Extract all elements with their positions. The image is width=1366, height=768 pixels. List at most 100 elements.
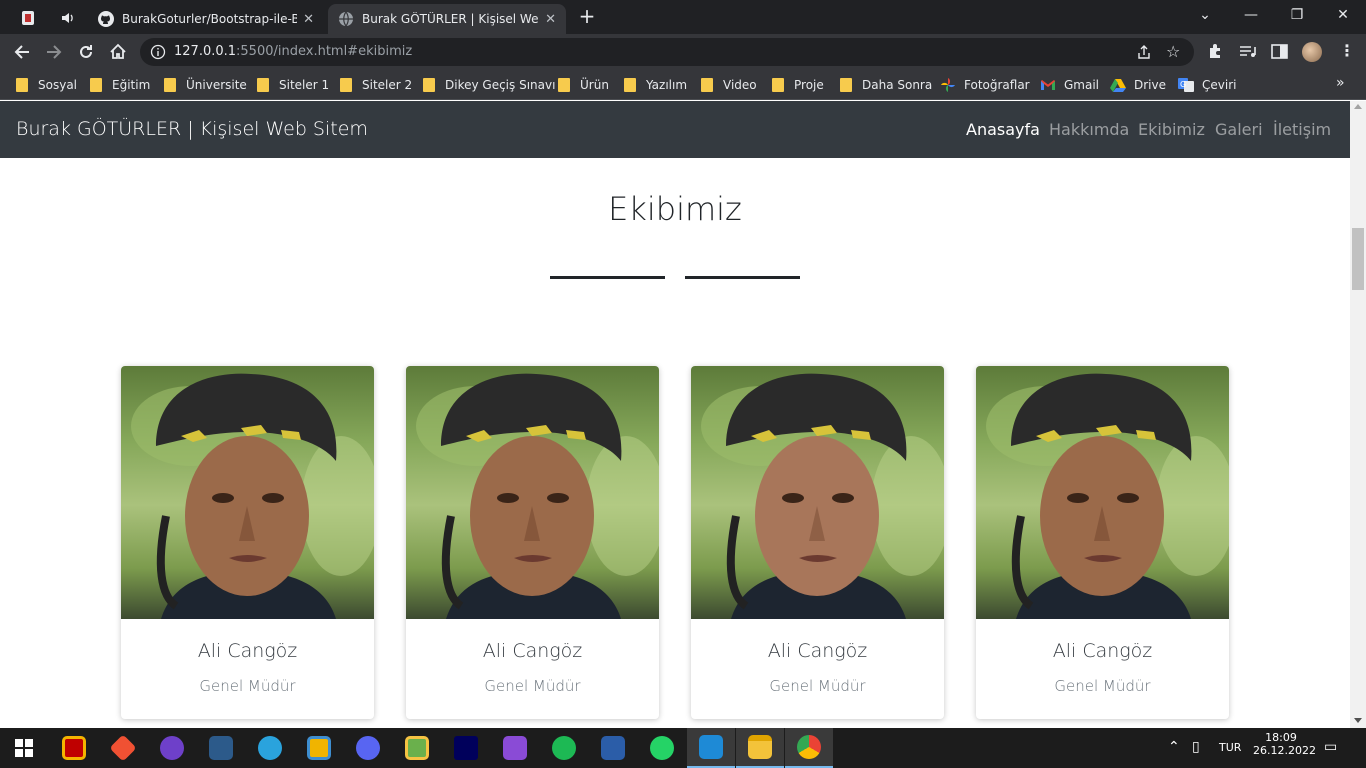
notification-icon[interactable]: ▭ bbox=[1324, 739, 1337, 755]
forward-button[interactable] bbox=[41, 39, 67, 65]
taskbar-box[interactable] bbox=[295, 728, 343, 768]
bookmark-label: Gmail bbox=[1064, 78, 1100, 92]
nav-ekibimiz[interactable]: Ekibimiz bbox=[1138, 120, 1205, 139]
bookmark-drive[interactable]: Drive bbox=[1110, 76, 1166, 94]
profile-avatar[interactable] bbox=[1302, 42, 1322, 62]
github-desktop-icon bbox=[160, 736, 184, 760]
restore-button[interactable]: ❐ bbox=[1274, 0, 1320, 30]
pinned-site-icon bbox=[22, 11, 34, 25]
bookmark-label: Yazılım bbox=[646, 78, 688, 92]
taskbar-virtualbox[interactable] bbox=[589, 728, 637, 768]
close-tab-icon[interactable]: ✕ bbox=[303, 12, 314, 27]
new-tab-button[interactable]: + bbox=[576, 6, 598, 28]
pinned-tab[interactable] bbox=[12, 5, 44, 31]
taskbar-visual-studio[interactable] bbox=[491, 728, 539, 768]
page-scrollbar[interactable] bbox=[1350, 101, 1366, 728]
site-info-icon[interactable] bbox=[150, 44, 166, 60]
bookmark-label: Proje bbox=[794, 78, 824, 92]
more-bookmarks-icon[interactable]: » bbox=[1336, 75, 1345, 91]
show-hidden-icons[interactable]: ⌃ bbox=[1168, 739, 1180, 755]
url-text[interactable]: 127.0.0.1:5500/index.html#ekibimiz bbox=[174, 44, 412, 59]
scroll-up-icon[interactable] bbox=[1354, 104, 1362, 109]
share-icon[interactable] bbox=[1136, 44, 1152, 60]
bookmark-proje[interactable]: Proje bbox=[772, 76, 824, 94]
bookmark-star-icon[interactable]: ☆ bbox=[1166, 42, 1180, 61]
taskbar-animate[interactable] bbox=[442, 728, 490, 768]
folder-icon bbox=[624, 78, 636, 92]
tab-search-button[interactable]: ⌄ bbox=[1182, 0, 1228, 30]
bookmark-gmail[interactable]: Gmail bbox=[1040, 76, 1099, 94]
bookmark-video[interactable]: Video bbox=[701, 76, 757, 94]
bookmark-urun[interactable]: Ürün bbox=[558, 76, 609, 94]
bookmark-universite[interactable]: Üniversite bbox=[164, 76, 247, 94]
box-icon bbox=[307, 736, 331, 760]
folder-icon bbox=[423, 78, 435, 92]
clock[interactable]: 18:09 26.12.2022 bbox=[1253, 731, 1316, 757]
input-language[interactable]: TUR bbox=[1219, 741, 1241, 754]
home-button[interactable] bbox=[105, 39, 131, 65]
bookmark-siteler-1[interactable]: Siteler 1 bbox=[257, 76, 329, 94]
audio-tab[interactable] bbox=[52, 5, 84, 31]
media-control-icon[interactable] bbox=[1238, 42, 1258, 62]
arrow-left-icon bbox=[14, 45, 29, 59]
windows-start-icon bbox=[15, 739, 33, 757]
taskbar-chrome[interactable] bbox=[785, 728, 833, 768]
folder-icon bbox=[340, 78, 352, 92]
speaker-icon bbox=[62, 13, 73, 23]
taskbar-telegram[interactable] bbox=[246, 728, 294, 768]
reload-button[interactable] bbox=[73, 39, 99, 65]
tab-personal-site[interactable]: Burak GÖTÜRLER | Kişisel Web Sit ✕ bbox=[328, 4, 566, 34]
bookmark-label: Siteler 1 bbox=[279, 78, 330, 92]
bookmark-yazilim[interactable]: Yazılım bbox=[624, 76, 687, 94]
nav-hakkimda[interactable]: Hakkımda bbox=[1049, 120, 1129, 139]
team-member-photo bbox=[691, 366, 944, 619]
taskbar-spotify[interactable] bbox=[540, 728, 588, 768]
google-photos-icon bbox=[941, 78, 955, 92]
svg-text:G: G bbox=[1180, 80, 1186, 89]
sourcetree-icon bbox=[405, 736, 429, 760]
site-brand[interactable]: Burak GÖTÜRLER | Kişisel Web Sitem bbox=[16, 118, 368, 140]
bookmarks-bar: Sosyal Eğitim Üniversite Siteler 1 Sitel… bbox=[0, 70, 1366, 100]
back-button[interactable] bbox=[9, 39, 35, 65]
tab-github[interactable]: BurakGoturler/Bootstrap-ile-Basit ✕ bbox=[88, 4, 324, 34]
team-card: Ali Cangöz Genel Müdür bbox=[121, 366, 374, 719]
team-member-role: Genel Müdür bbox=[1054, 677, 1151, 695]
site-navbar: Burak GÖTÜRLER | Kişisel Web Sitem Anasa… bbox=[0, 101, 1350, 158]
bookmark-ceviri[interactable]: G Çeviri bbox=[1178, 76, 1236, 94]
battery-icon[interactable]: ▯ bbox=[1192, 739, 1200, 755]
taskbar-sourcetree[interactable] bbox=[393, 728, 441, 768]
scrollbar-thumb[interactable] bbox=[1352, 228, 1364, 290]
close-window-button[interactable]: ✕ bbox=[1320, 0, 1366, 30]
taskbar-git[interactable] bbox=[99, 728, 147, 768]
team-member-role: Genel Müdür bbox=[484, 677, 581, 695]
scroll-down-icon[interactable] bbox=[1354, 718, 1362, 723]
team-member-name: Ali Cangöz bbox=[767, 640, 868, 662]
start-button[interactable] bbox=[0, 728, 48, 768]
bookmark-label: Fotoğraflar bbox=[964, 78, 1030, 92]
browser-menu-icon[interactable]: ⋮ bbox=[1339, 41, 1355, 60]
bookmark-daha-sonra[interactable]: Daha Sonra bbox=[840, 76, 932, 94]
bookmark-fotograflar[interactable]: Fotoğraflar bbox=[940, 76, 1030, 94]
bookmark-egitim[interactable]: Eğitim bbox=[90, 76, 150, 94]
nav-anasayfa[interactable]: Anasayfa bbox=[966, 120, 1040, 139]
bookmark-sosyal[interactable]: Sosyal bbox=[16, 76, 77, 94]
taskbar-vscode[interactable] bbox=[687, 728, 735, 768]
bookmark-dikey-gecis[interactable]: Dikey Geçiş Sınavı bbox=[423, 76, 555, 94]
close-tab-icon[interactable]: ✕ bbox=[545, 12, 556, 27]
team-member-photo bbox=[406, 366, 659, 619]
taskbar-filezilla[interactable] bbox=[50, 728, 98, 768]
taskbar-mysql-workbench[interactable] bbox=[197, 728, 245, 768]
visual-studio-icon bbox=[503, 736, 527, 760]
nav-iletisim[interactable]: İletişim bbox=[1273, 120, 1331, 139]
minimize-button[interactable]: — bbox=[1228, 0, 1274, 30]
taskbar-discord[interactable] bbox=[344, 728, 392, 768]
side-panel-icon[interactable] bbox=[1270, 42, 1290, 62]
taskbar-file-explorer[interactable] bbox=[736, 728, 784, 768]
taskbar-whatsapp[interactable] bbox=[638, 728, 686, 768]
home-icon bbox=[110, 43, 126, 59]
bookmark-siteler-2[interactable]: Siteler 2 bbox=[340, 76, 412, 94]
nav-galeri[interactable]: Galeri bbox=[1215, 120, 1263, 139]
taskbar-github-desktop[interactable] bbox=[148, 728, 196, 768]
address-bar[interactable]: 127.0.0.1:5500/index.html#ekibimiz ☆ bbox=[140, 38, 1194, 66]
extensions-icon[interactable] bbox=[1206, 42, 1226, 62]
